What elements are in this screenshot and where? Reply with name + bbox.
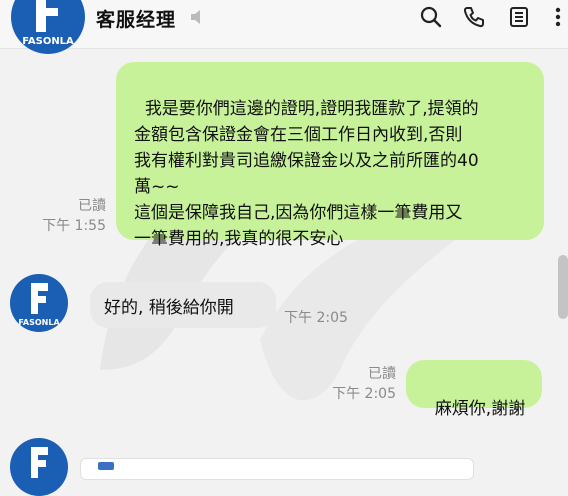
file-icon: [98, 462, 114, 470]
avatar[interactable]: [10, 438, 68, 496]
chat-header: FASONLA 客服经理: [0, 0, 568, 54]
more-vertical-icon[interactable]: [546, 5, 568, 29]
read-receipt: 已讀: [368, 366, 396, 382]
read-receipt: 已讀: [78, 198, 106, 214]
message-time: 下午 2:05: [332, 386, 396, 402]
chat-title: 客服经理: [96, 9, 177, 31]
message-time: 下午 1:55: [42, 218, 106, 234]
avatar-brand-text: FASONLA: [22, 36, 74, 47]
scrollbar[interactable]: [558, 255, 568, 319]
avatar[interactable]: FASONLA: [10, 274, 68, 332]
message-time: 下午 2:05: [284, 310, 348, 326]
search-icon[interactable]: [419, 5, 443, 29]
outgoing-message-bubble[interactable]: 麻煩你,謝謝: [406, 360, 542, 419]
message-text: 好的, 稍後給你開: [104, 298, 234, 318]
avatar-brand-text: FASONLA: [18, 318, 60, 327]
notes-icon[interactable]: [507, 5, 531, 29]
outgoing-message-bubble[interactable]: 我是要你們這邊的證明,證明我匯款了,提領的 金額包含保證金會在三個工作日內收到,…: [116, 62, 544, 249]
shared-card-message[interactable]: [80, 458, 474, 480]
incoming-message-bubble[interactable]: 好的, 稍後給你開: [90, 282, 276, 328]
phone-icon[interactable]: [462, 5, 486, 29]
message-meta: 已讀 下午 1:55: [30, 196, 106, 236]
message-text: 麻煩你,謝謝: [434, 399, 526, 419]
avatar[interactable]: FASONLA: [10, 0, 86, 54]
mute-icon: [191, 10, 200, 24]
message-text: 我是要你們這邊的證明,證明我匯款了,提領的 金額包含保證金會在三個工作日內收到,…: [134, 99, 479, 249]
message-meta: 已讀 下午 2:05: [320, 364, 396, 404]
